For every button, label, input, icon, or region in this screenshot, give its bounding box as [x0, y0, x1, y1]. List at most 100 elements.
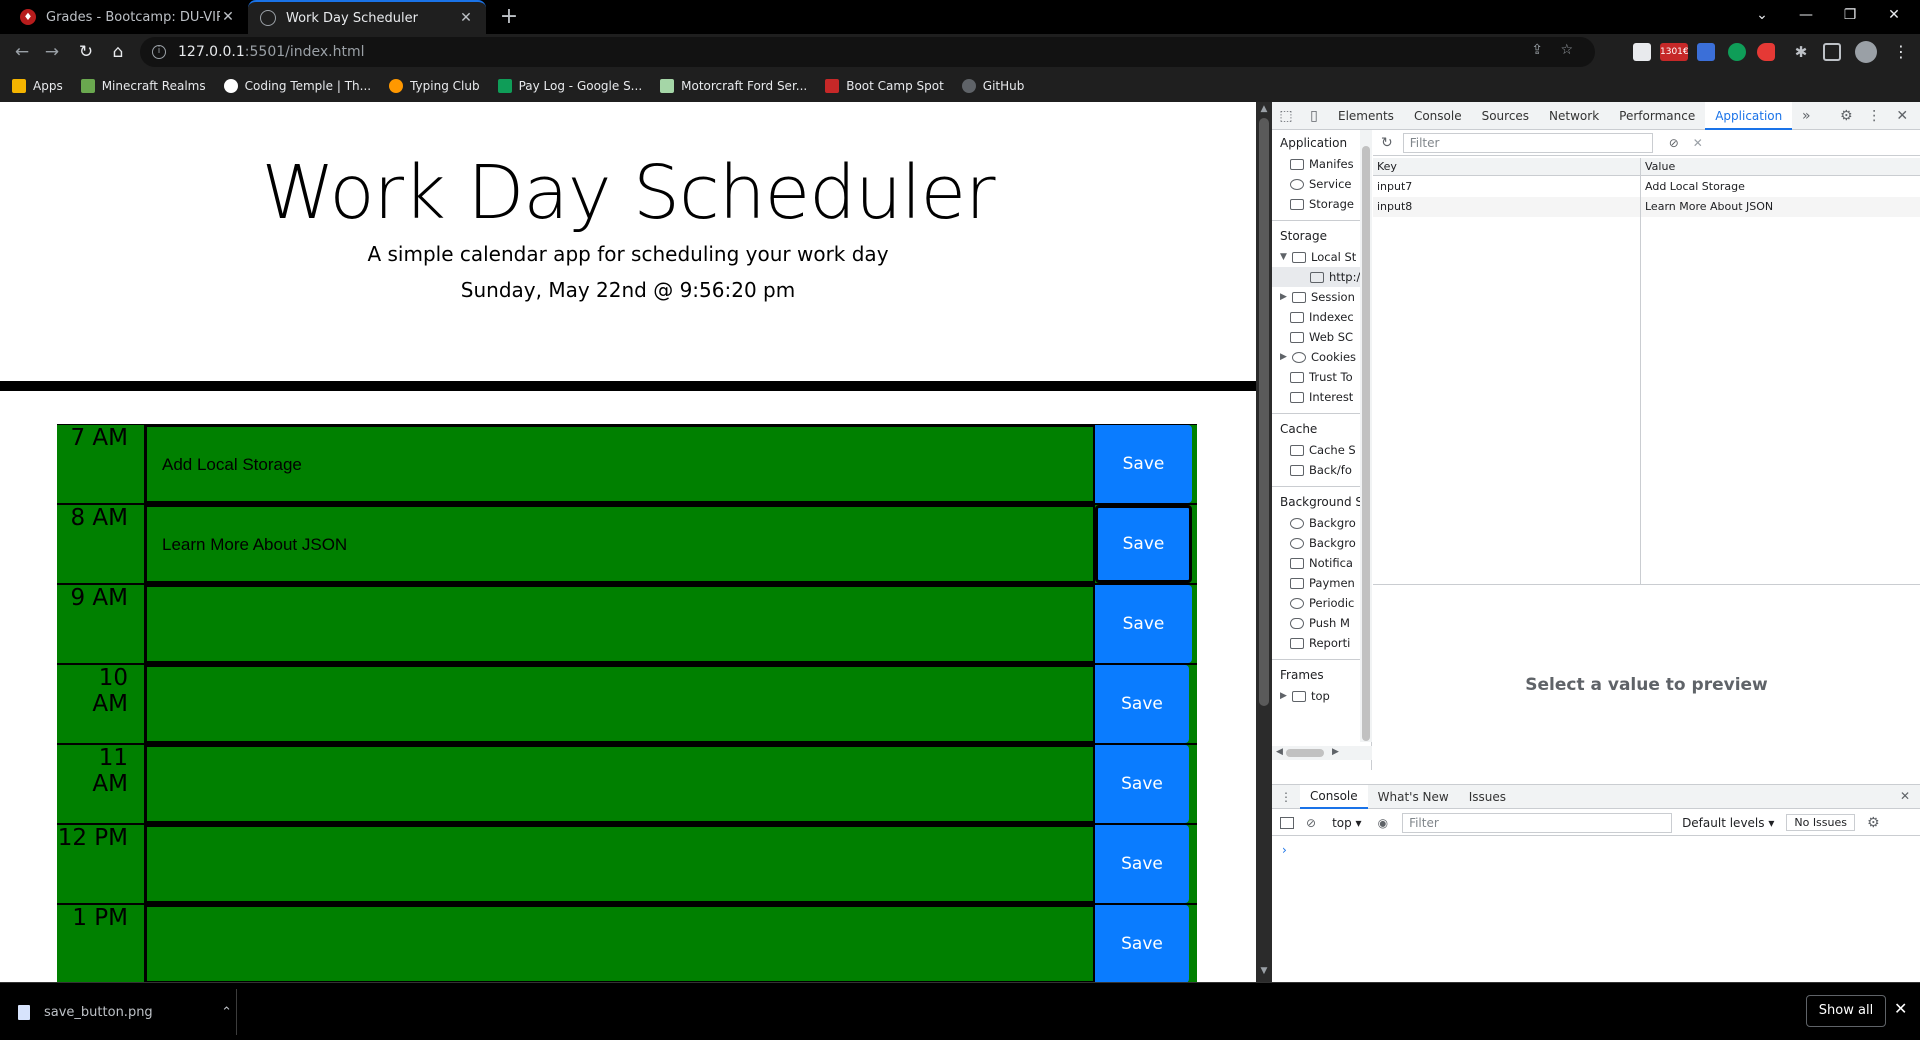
bookmark-apps[interactable]: Apps [12, 79, 63, 93]
share-icon[interactable]: ⇪ [1531, 42, 1543, 58]
sidebar-item-trust-tokens[interactable]: Trust To [1272, 367, 1371, 387]
bookmark-motorcraft[interactable]: Motorcraft Ford Ser... [660, 79, 807, 93]
extension-screenshot-icon[interactable] [1633, 43, 1651, 61]
refresh-icon[interactable]: ↻ [1381, 135, 1393, 151]
save-button[interactable]: Save [1095, 905, 1189, 982]
address-bar[interactable]: i 127.0.0.1:5501/index.html ⇪ ☆ [140, 37, 1595, 67]
extension-green-icon[interactable] [1728, 43, 1746, 61]
sidebar-item-storage[interactable]: Storage [1272, 194, 1371, 214]
window-close-button[interactable]: ✕ [1872, 0, 1916, 30]
save-button[interactable]: Save [1095, 745, 1189, 823]
more-tabs-icon[interactable]: » [1792, 102, 1820, 130]
table-row[interactable]: input7 Add Local Storage [1373, 177, 1920, 197]
minimize-button[interactable]: — [1784, 0, 1828, 30]
bookmark-github[interactable]: GitHub [961, 79, 1024, 93]
sidebar-item-background-fetch[interactable]: Backgro [1272, 513, 1371, 533]
clear-all-icon[interactable]: ⊘ [1669, 136, 1679, 150]
description-textarea[interactable] [145, 665, 1095, 743]
close-icon[interactable]: ✕ [458, 10, 474, 26]
bookmark-minecraft-realms[interactable]: Minecraft Realms [80, 79, 206, 93]
page-scrollbar[interactable]: ▲ ▼ [1256, 102, 1272, 982]
side-panel-icon[interactable] [1823, 43, 1841, 61]
sidebar-item-reporting-api[interactable]: Reporti [1272, 633, 1371, 653]
description-textarea[interactable] [145, 745, 1095, 823]
sidebar-item-cookies[interactable]: ▶ Cookies [1272, 347, 1371, 367]
sidebar-scrollbar[interactable] [1360, 130, 1372, 742]
console-filter-input[interactable]: Filter [1402, 812, 1673, 833]
tab-work-day-scheduler[interactable]: Work Day Scheduler ✕ [248, 0, 486, 34]
eye-icon[interactable]: ◉ [1378, 816, 1388, 830]
delete-selected-icon[interactable]: ✕ [1693, 136, 1703, 150]
tab-network[interactable]: Network [1539, 102, 1609, 130]
gear-icon[interactable]: ⚙ [1832, 102, 1860, 130]
close-icon[interactable]: ✕ [1894, 999, 1907, 1018]
back-button[interactable]: ← [10, 40, 34, 64]
gear-icon[interactable]: ⚙ [1867, 815, 1880, 831]
chevron-right-icon[interactable]: ▶ [1280, 691, 1292, 701]
tab-performance[interactable]: Performance [1609, 102, 1705, 130]
description-textarea[interactable] [145, 905, 1095, 982]
avatar[interactable] [1855, 41, 1877, 63]
chevron-right-icon[interactable]: ▶ [1280, 292, 1292, 302]
close-icon[interactable]: ✕ [220, 9, 236, 25]
star-icon[interactable]: ☆ [1560, 42, 1573, 58]
restore-button[interactable]: ❐ [1828, 0, 1872, 30]
chevron-down-icon[interactable]: ⌄ [1740, 0, 1784, 30]
sidebar-item-local-storage[interactable]: ▼ Local St [1272, 247, 1371, 267]
bookmark-coding-temple[interactable]: Coding Temple | Th... [223, 79, 371, 93]
sidebar-item-frame-top[interactable]: ▶ top [1272, 686, 1371, 706]
clear-console-icon[interactable]: ⊘ [1306, 816, 1316, 830]
sidebar-item-push-messaging[interactable]: Push M [1272, 613, 1371, 633]
storage-filter-input[interactable]: Filter [1402, 132, 1653, 153]
extension-badge-icon[interactable]: 1301€ [1660, 43, 1689, 61]
sidebar-item-payment-handler[interactable]: Paymen [1272, 573, 1371, 593]
forward-button[interactable]: → [40, 40, 64, 64]
extension-calendar-icon[interactable] [1697, 43, 1715, 61]
save-button[interactable]: Save [1095, 505, 1192, 583]
tab-grades[interactable]: ♦ Grades - Bootcamp: DU-VIRT-FSF ✕ [8, 0, 248, 34]
column-key[interactable]: Key [1377, 160, 1397, 173]
scroll-up-icon[interactable]: ▲ [1256, 104, 1272, 118]
tab-sources[interactable]: Sources [1472, 102, 1539, 130]
scrollbar-thumb[interactable] [1362, 146, 1370, 741]
more-vert-icon[interactable]: ⋮ [1892, 43, 1910, 61]
drawer-tab-issues[interactable]: Issues [1459, 785, 1516, 809]
bookmark-typing-club[interactable]: Typing Club [389, 79, 480, 93]
more-vert-icon[interactable]: ⋮ [1272, 790, 1300, 804]
bookmark-pay-log[interactable]: Pay Log - Google S... [497, 79, 642, 93]
chevron-right-icon[interactable]: ▶ [1280, 352, 1292, 362]
sidebar-item-indexeddb[interactable]: Indexec [1272, 307, 1371, 327]
show-all-button[interactable]: Show all [1806, 995, 1886, 1027]
new-tab-button[interactable]: + [496, 4, 522, 30]
description-textarea[interactable] [145, 825, 1095, 903]
bookmark-boot-camp-spot[interactable]: Boot Camp Spot [825, 79, 944, 93]
extension-arrow-icon[interactable] [1757, 43, 1775, 61]
save-button[interactable]: Save [1095, 585, 1192, 663]
description-textarea[interactable]: Add Local Storage [145, 425, 1095, 503]
sidebar-item-session-storage[interactable]: ▶ Session [1272, 287, 1371, 307]
tab-console[interactable]: Console [1404, 102, 1472, 130]
drawer-tab-console[interactable]: Console [1300, 784, 1368, 809]
sidebar-item-back-forward-cache[interactable]: Back/fo [1272, 460, 1371, 480]
more-vert-icon[interactable]: ⋮ [1860, 102, 1888, 130]
sidebar-item-interest-groups[interactable]: Interest [1272, 387, 1371, 407]
context-select[interactable]: top ▾ [1332, 816, 1362, 830]
tab-application[interactable]: Application [1705, 101, 1793, 130]
sidebar-horizontal-scrollbar[interactable]: ◀ ▶ [1272, 746, 1372, 760]
download-item[interactable]: save_button.png ⌃ [18, 997, 236, 1027]
column-value[interactable]: Value [1645, 160, 1675, 173]
device-toggle-icon[interactable]: ▯ [1300, 102, 1328, 130]
sidebar-item-periodic-sync[interactable]: Periodic [1272, 593, 1371, 613]
sidebar-item-manifest[interactable]: Manifes [1272, 154, 1371, 174]
tab-elements[interactable]: Elements [1328, 102, 1404, 130]
description-textarea[interactable] [145, 585, 1095, 663]
sidebar-item-cache-storage[interactable]: Cache S [1272, 440, 1371, 460]
puzzle-icon[interactable]: ✱ [1792, 43, 1810, 61]
log-levels-select[interactable]: Default levels ▾ [1682, 816, 1774, 830]
save-button[interactable]: Save [1095, 825, 1189, 903]
close-icon[interactable]: ✕ [1900, 789, 1910, 803]
sidebar-item-local-origin[interactable]: http:/ [1272, 267, 1371, 287]
sidebar-item-web-sql[interactable]: Web SC [1272, 327, 1371, 347]
console-prompt[interactable]: › [1282, 843, 1287, 857]
drawer-tab-whats-new[interactable]: What's New [1368, 785, 1459, 809]
